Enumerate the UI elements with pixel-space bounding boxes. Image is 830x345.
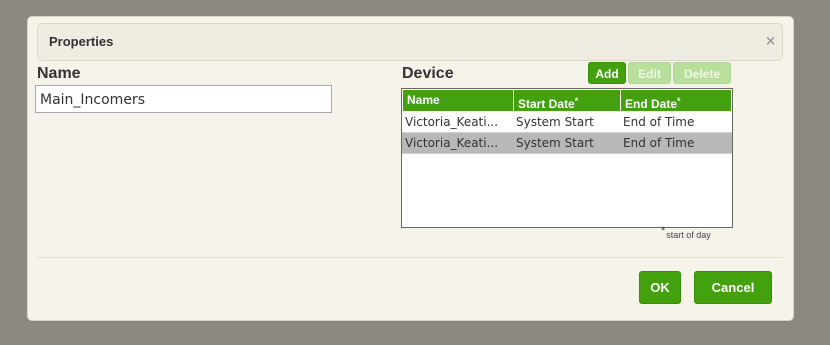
table-row-selected[interactable]: Victoria_Keati... System Start End of Ti… xyxy=(402,133,732,154)
name-label: Name xyxy=(37,65,81,82)
table-row[interactable]: Victoria_Keati... System Start End of Ti… xyxy=(402,112,732,133)
cell-end-date: End of Time xyxy=(623,115,695,129)
device-label: Device xyxy=(402,65,454,82)
required-star: * xyxy=(677,96,681,106)
cell-end-date: End of Time xyxy=(623,136,695,150)
cancel-button[interactable]: Cancel xyxy=(694,271,772,304)
edit-device-button[interactable]: Edit xyxy=(628,62,671,84)
cell-start-date: System Start xyxy=(516,136,594,150)
add-device-button[interactable]: Add xyxy=(588,62,626,84)
cell-start-date: System Start xyxy=(516,115,594,129)
delete-device-button[interactable]: Delete xyxy=(673,62,731,84)
column-header-end-date[interactable]: End Date* xyxy=(621,90,733,111)
column-header-start-date[interactable]: Start Date* xyxy=(514,90,621,111)
footnote: *start of day xyxy=(661,225,711,241)
name-input[interactable]: Main_Incomers xyxy=(35,85,332,113)
close-icon[interactable]: × xyxy=(765,34,776,49)
footnote-text: start of day xyxy=(666,230,711,240)
grid-header: Name Start Date* End Date* xyxy=(402,89,732,112)
required-star: * xyxy=(574,96,579,106)
dialog-title: Properties xyxy=(49,34,114,49)
column-header-label: Name xyxy=(407,93,440,107)
cell-name: Victoria_Keati... xyxy=(405,136,499,150)
device-grid: Name Start Date* End Date* Victoria_Keat… xyxy=(401,88,733,228)
footnote-star: * xyxy=(661,225,666,237)
column-header-label: End Date xyxy=(625,97,678,111)
column-header-name[interactable]: Name xyxy=(403,90,514,111)
ok-button[interactable]: OK xyxy=(639,271,681,304)
properties-dialog: Properties × Name Main_Incomers Device A… xyxy=(27,16,794,321)
footer-divider xyxy=(37,257,783,258)
column-header-label: Start Date xyxy=(518,97,575,111)
dialog-titlebar: Properties × xyxy=(37,23,783,61)
cell-name: Victoria_Keati... xyxy=(405,115,499,129)
